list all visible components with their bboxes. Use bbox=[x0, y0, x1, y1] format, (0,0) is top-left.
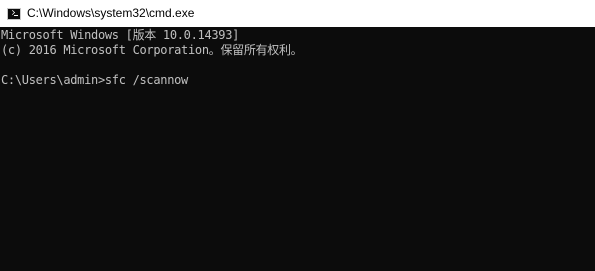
copyright-line: (c) 2016 Microsoft Corporation。保留所有权利。 bbox=[1, 43, 303, 57]
command-prompt-line[interactable]: C:\Users\admin>sfc /scannow bbox=[1, 73, 595, 88]
title-bar[interactable]: C:\Windows\system32\cmd.exe bbox=[0, 0, 595, 27]
cmd-console-icon bbox=[7, 7, 21, 20]
version-line: Microsoft Windows [版本 10.0.14393] bbox=[1, 28, 240, 42]
cmd-window: C:\Windows\system32\cmd.exe Microsoft Wi… bbox=[0, 0, 595, 271]
window-title: C:\Windows\system32\cmd.exe bbox=[27, 6, 195, 20]
cursor-underscore-glyph bbox=[14, 14, 18, 16]
console-output-area[interactable]: Microsoft Windows [版本 10.0.14393] (c) 20… bbox=[0, 27, 595, 271]
